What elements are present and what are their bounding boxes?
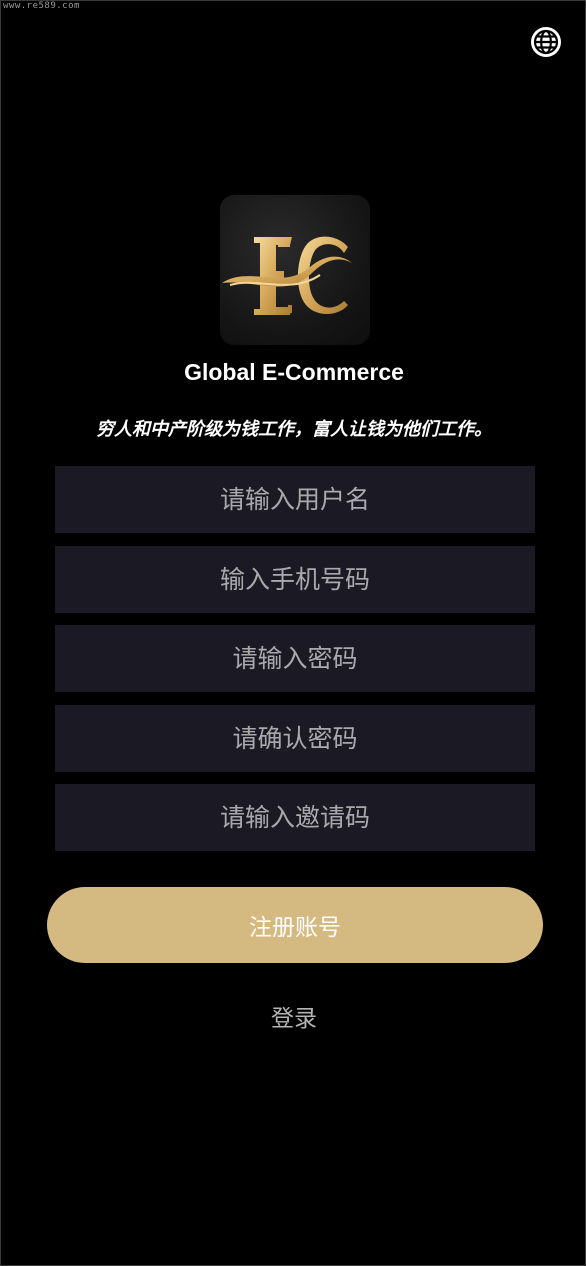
- app-name: Global E-Commerce: [184, 359, 404, 385]
- phone-input[interactable]: [55, 546, 535, 613]
- confirm-password-input[interactable]: [55, 705, 535, 772]
- globe-icon: [531, 27, 561, 57]
- watermark-text: www.re589.com: [3, 1, 80, 11]
- password-input[interactable]: [55, 625, 535, 692]
- login-link[interactable]: 登录: [1, 999, 585, 1033]
- app-logo: [220, 195, 370, 345]
- register-button[interactable]: 注册账号: [47, 887, 543, 963]
- invite-code-input[interactable]: [55, 784, 535, 851]
- language-button[interactable]: [529, 25, 563, 59]
- slogan-text: 穷人和中产阶级为钱工作，富人让钱为他们工作。: [96, 419, 492, 440]
- ec-logo-icon: [222, 236, 352, 315]
- register-button-label: 注册账号: [249, 915, 341, 941]
- register-screen: www.re589.com Global E-Commerce 穷人和中产阶级为…: [0, 0, 586, 1266]
- username-input[interactable]: [55, 466, 535, 533]
